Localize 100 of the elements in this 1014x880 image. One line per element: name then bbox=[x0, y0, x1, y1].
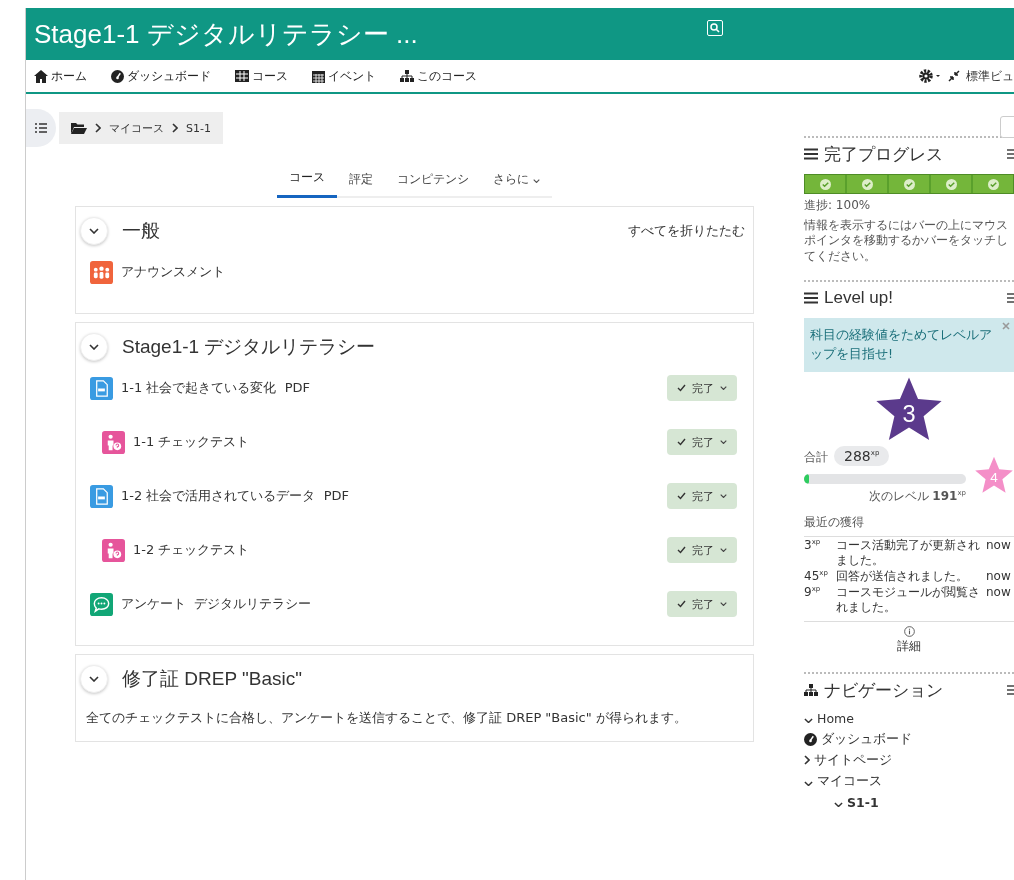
check-icon bbox=[677, 384, 686, 392]
caret-icon bbox=[720, 601, 727, 607]
recent-label: 最近の獲得 bbox=[804, 514, 1014, 538]
course-tab[interactable]: 評定 bbox=[337, 164, 385, 198]
progress-segment[interactable] bbox=[931, 175, 971, 193]
person-question-icon bbox=[102, 430, 125, 454]
progress-segment[interactable] bbox=[847, 175, 887, 193]
chevron-right-icon bbox=[172, 123, 178, 133]
progress-segment[interactable] bbox=[889, 175, 929, 193]
event-time: now bbox=[986, 538, 1012, 555]
activity-link[interactable]: アナウンスメント bbox=[121, 263, 225, 281]
activity-link[interactable]: 1-1 社会で起きている変化 PDF bbox=[121, 379, 310, 397]
block-title: 完了プログレス bbox=[824, 143, 943, 166]
close-icon[interactable] bbox=[1002, 322, 1010, 331]
check-icon bbox=[677, 546, 686, 554]
activity-link[interactable]: アンケート デジタルリテラシー bbox=[121, 595, 312, 613]
section-toggle-button[interactable] bbox=[80, 217, 108, 245]
chevron-right-icon bbox=[95, 123, 101, 133]
gauge-icon bbox=[111, 69, 124, 83]
chevron-right-icon bbox=[804, 755, 810, 766]
details-link[interactable]: 詳細 bbox=[804, 621, 1014, 657]
settings-icon[interactable] bbox=[918, 68, 942, 84]
move-icon[interactable] bbox=[1006, 683, 1014, 698]
nav-link[interactable]: ホーム bbox=[51, 67, 87, 85]
search-icon bbox=[710, 23, 720, 33]
next-level-text: 次のレベル 191$^{xp}$ bbox=[867, 487, 966, 505]
completion-button[interactable]: 完了 bbox=[667, 591, 737, 617]
table-icon bbox=[235, 70, 249, 82]
completion-button[interactable]: 完了 bbox=[667, 375, 737, 401]
xp-amount: 45$^{xp}$ bbox=[804, 569, 829, 585]
xp-amount: 3$^{xp}$ bbox=[804, 538, 822, 555]
caret-icon bbox=[720, 385, 727, 391]
gauge-icon bbox=[804, 733, 817, 747]
nav-link[interactable]: イベント bbox=[328, 67, 376, 85]
event-time: now bbox=[986, 585, 1012, 602]
course-tab[interactable]: コンピテンシ bbox=[385, 164, 481, 198]
move-icon[interactable] bbox=[1006, 147, 1014, 161]
xp-event-text: コースモジュールが閲覧されました。 bbox=[836, 585, 981, 616]
progress-segment[interactable] bbox=[805, 175, 845, 193]
chevron-down-icon bbox=[89, 676, 99, 682]
nav-tree-item[interactable]: マイコース bbox=[817, 773, 882, 791]
check-circle-icon bbox=[987, 178, 999, 190]
breadcrumb-link[interactable]: S1-1 bbox=[186, 121, 211, 135]
nav-tree-item[interactable]: サイトページ bbox=[814, 752, 892, 770]
section-title: 一般 bbox=[122, 219, 160, 243]
people-icon bbox=[90, 260, 113, 284]
event-time: now bbox=[986, 569, 1012, 585]
progress-hint: 情報を表示するにはバーの上にマウスポインタを移動するかバーをタッチしてください。 bbox=[804, 217, 1009, 265]
search-button[interactable] bbox=[707, 20, 723, 36]
caret-icon bbox=[533, 178, 540, 183]
next-level-star-icon: 4 bbox=[974, 455, 1014, 494]
view-mode-link[interactable]: 標準ビュ bbox=[966, 67, 1014, 85]
folder-icon[interactable] bbox=[71, 122, 87, 134]
list-icon bbox=[35, 123, 47, 133]
xp-amount: 9$^{xp}$ bbox=[804, 585, 822, 602]
chevron-down-icon bbox=[834, 802, 843, 808]
document-icon bbox=[90, 376, 113, 400]
collapse-icon[interactable] bbox=[948, 70, 960, 82]
nav-tree-item[interactable]: Home bbox=[817, 711, 854, 727]
section-toggle-button[interactable] bbox=[80, 665, 108, 693]
xp-event-text: 回答が送信されました。 bbox=[836, 569, 969, 585]
progress-segment[interactable] bbox=[973, 175, 1013, 193]
completion-button[interactable]: 完了 bbox=[667, 537, 737, 563]
document-icon bbox=[90, 484, 113, 508]
nav-link[interactable]: ダッシュボード bbox=[127, 67, 211, 85]
section-title: Stage1-1 デジタルリテラシー bbox=[122, 335, 376, 359]
chevron-down-icon bbox=[804, 718, 813, 724]
course-title: Stage1-1 デジタルリテラシー ... bbox=[34, 17, 418, 51]
section-toggle-button[interactable] bbox=[80, 333, 108, 361]
nav-tree-item[interactable]: S1-1 bbox=[847, 795, 879, 811]
check-circle-icon bbox=[945, 178, 957, 190]
nav-tree-item[interactable]: ダッシュボード bbox=[821, 731, 912, 749]
collapse-all-link[interactable]: すべてを折りたたむ bbox=[628, 222, 745, 240]
check-circle-icon bbox=[903, 178, 915, 190]
check-circle-icon bbox=[861, 178, 873, 190]
section-summary: 全てのチェックテストに合格し、アンケートを送信することで、修了証 DREP "Basic" が得られます。 bbox=[85, 709, 688, 727]
nav-link[interactable]: このコース bbox=[417, 67, 477, 85]
chevron-down-icon bbox=[89, 344, 99, 350]
completion-button[interactable]: 完了 bbox=[667, 483, 737, 509]
chevron-down-icon bbox=[804, 781, 813, 787]
check-icon bbox=[677, 438, 686, 446]
breadcrumb-link[interactable]: マイコース bbox=[109, 120, 164, 136]
move-icon[interactable] bbox=[1006, 291, 1014, 306]
completion-button[interactable]: 完了 bbox=[667, 429, 737, 455]
course-tab[interactable]: コース bbox=[277, 164, 337, 198]
home-icon bbox=[34, 69, 48, 83]
menu-icon bbox=[804, 292, 818, 305]
activity-link[interactable]: 1-1 チェックテスト bbox=[133, 433, 250, 451]
drawer-toggle-button[interactable] bbox=[26, 109, 56, 147]
person-question-icon bbox=[102, 538, 125, 562]
total-label: 合計 bbox=[804, 450, 828, 466]
check-icon bbox=[677, 492, 686, 500]
activity-link[interactable]: 1-2 チェックテスト bbox=[133, 541, 250, 559]
sitemap-icon bbox=[400, 70, 414, 82]
xp-event-text: コース活動完了が更新されました。 bbox=[836, 538, 981, 569]
nav-link[interactable]: コース bbox=[252, 67, 288, 85]
activity-link[interactable]: 1-2 社会で活用されているデータ PDF bbox=[121, 487, 349, 505]
block-title: Level up! bbox=[824, 288, 893, 309]
check-circle-icon bbox=[819, 178, 831, 190]
course-tab[interactable]: さらに bbox=[481, 164, 552, 198]
